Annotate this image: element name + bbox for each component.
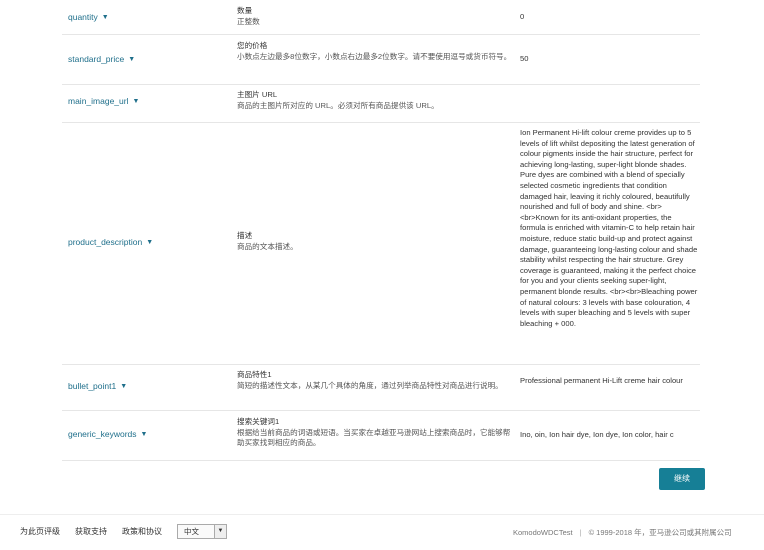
footer-brand: KomodoWDCTest bbox=[513, 528, 573, 537]
field-name: generic_keywords bbox=[68, 429, 137, 439]
page: quantity ▼ 数量 正整数 0 standard_price ▼ 您的价格 … bbox=[0, 0, 764, 550]
field-name: standard_price bbox=[68, 54, 125, 64]
field-help-text: 简短的描述性文本，从某几个具体的角度，通过列举商品特性对商品进行说明。 bbox=[237, 380, 503, 390]
field-help-text: 正整数 bbox=[237, 16, 260, 26]
field-label: 主图片 URL bbox=[237, 90, 278, 99]
field-description: 描述 商品的文本描述。 bbox=[237, 231, 515, 252]
field-name-link[interactable]: main_image_url ▼ bbox=[68, 96, 139, 106]
field-name: main_image_url bbox=[68, 96, 129, 106]
table-row: main_image_url ▼ 主图片 URL 商品的主图片所对应的 URL。必… bbox=[62, 84, 700, 123]
field-help-text: 小数点左边最多8位数字，小数点右边最多2位数字。请不要使用逗号或货币符号。 bbox=[237, 51, 512, 61]
language-select[interactable]: 中文 ▼ bbox=[177, 524, 227, 539]
field-name-link[interactable]: bullet_point1 ▼ bbox=[68, 381, 127, 391]
field-name-link[interactable]: quantity ▼ bbox=[68, 12, 109, 22]
field-description: 搜索关键词1 根据给当前商品的词语或短语。当买家在卓越亚马逊网站上搜索商品时，它… bbox=[237, 417, 515, 449]
footer-link-policies[interactable]: 政策和协议 bbox=[122, 526, 162, 537]
field-name-link[interactable]: standard_price ▼ bbox=[68, 54, 135, 64]
table-row: product_description ▼ 描述 商品的文本描述。 Ion Per… bbox=[62, 122, 700, 365]
chevron-down-icon: ▼ bbox=[146, 239, 154, 246]
chevron-down-icon: ▼ bbox=[120, 383, 128, 390]
chevron-down-icon: ▼ bbox=[132, 98, 140, 105]
field-value[interactable]: 0 bbox=[520, 12, 698, 23]
field-name: quantity bbox=[68, 12, 98, 22]
chevron-down-icon: ▼ bbox=[140, 431, 148, 438]
field-label: 数量 bbox=[237, 6, 253, 15]
table-row: standard_price ▼ 您的价格 小数点左边最多8位数字，小数点右边最多… bbox=[62, 34, 700, 85]
field-description: 您的价格 小数点左边最多8位数字，小数点右边最多2位数字。请不要使用逗号或货币符… bbox=[237, 41, 515, 62]
footer-link-rate-page[interactable]: 为此页评级 bbox=[20, 526, 60, 537]
field-name-link[interactable]: generic_keywords ▼ bbox=[68, 429, 147, 439]
footer-divider bbox=[0, 514, 764, 515]
chevron-down-icon: ▼ bbox=[128, 56, 136, 63]
field-name: bullet_point1 bbox=[68, 381, 117, 391]
field-value[interactable]: Ino, oin, Ion hair dye, Ion dye, Ion col… bbox=[520, 430, 698, 441]
dropdown-arrow-icon: ▼ bbox=[214, 525, 226, 538]
field-value[interactable]: Ion Permanent Hi-lift colour creme provi… bbox=[520, 128, 698, 329]
field-description: 数量 正整数 bbox=[237, 6, 515, 27]
field-value[interactable]: Professional permanent Hi-Lift creme hai… bbox=[520, 376, 698, 387]
field-value[interactable]: 50 bbox=[520, 54, 698, 65]
footer-link-get-support[interactable]: 获取支持 bbox=[75, 526, 107, 537]
footer-links: 为此页评级 获取支持 政策和协议 中文 ▼ bbox=[20, 524, 227, 539]
field-label: 您的价格 bbox=[237, 41, 268, 50]
table-row: bullet_point1 ▼ 商品特性1 简短的描述性文本，从某几个具体的角度，… bbox=[62, 364, 700, 411]
field-help-text: 商品的主图片所对应的 URL。必须对所有商品提供该 URL。 bbox=[237, 100, 439, 110]
footer-info: KomodoWDCTest | © 1999-2018 年，亚马逊公司或其附属公司 bbox=[513, 527, 732, 538]
table-row: quantity ▼ 数量 正整数 0 bbox=[62, 0, 700, 35]
footer-separator: | bbox=[579, 528, 582, 537]
field-name-link[interactable]: product_description ▼ bbox=[68, 237, 153, 247]
field-description: 商品特性1 简短的描述性文本，从某几个具体的角度，通过列举商品特性对商品进行说明… bbox=[237, 370, 515, 391]
field-label: 描述 bbox=[237, 231, 253, 240]
field-help-text: 根据给当前商品的词语或短语。当买家在卓越亚马逊网站上搜索商品时，它能够帮助买家找… bbox=[237, 427, 511, 448]
table-row: generic_keywords ▼ 搜索关键词1 根据给当前商品的词语或短语。当… bbox=[62, 410, 700, 461]
field-label: 商品特性1 bbox=[237, 370, 272, 379]
field-label: 搜索关键词1 bbox=[237, 417, 280, 426]
field-help-text: 商品的文本描述。 bbox=[237, 241, 298, 251]
field-name: product_description bbox=[68, 237, 143, 247]
continue-button[interactable]: 继续 bbox=[659, 468, 705, 490]
language-select-value: 中文 bbox=[184, 527, 199, 536]
chevron-down-icon: ▼ bbox=[101, 14, 109, 21]
field-description: 主图片 URL 商品的主图片所对应的 URL。必须对所有商品提供该 URL。 bbox=[237, 90, 515, 111]
footer-copyright: © 1999-2018 年，亚马逊公司或其附属公司 bbox=[588, 528, 732, 537]
